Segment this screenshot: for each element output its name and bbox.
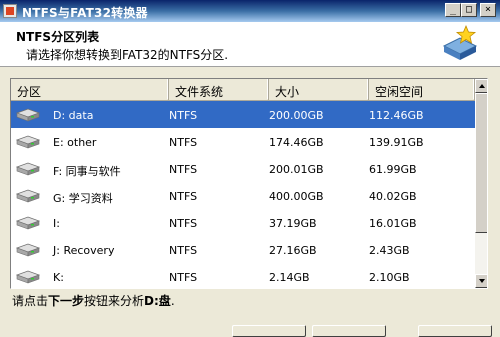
free-space-cell: 112.46GB — [369, 109, 424, 122]
filesystem-cell: NTFS — [169, 217, 198, 230]
arrow-up-icon — [479, 84, 485, 88]
free-space-cell: 16.01GB — [369, 217, 417, 230]
table-row[interactable]: J: Recovery NTFS 27.16GB 2.43GB — [11, 236, 475, 263]
free-space-cell: 2.43GB — [369, 244, 410, 257]
instruction-prefix: 请点击 — [12, 294, 49, 308]
scroll-up-button[interactable] — [475, 79, 487, 93]
partition-list[interactable]: 分区 文件系统 大小 空闲空间 D: data NTFS 200.00GB 112.4… — [10, 78, 488, 289]
app-icon — [3, 4, 17, 18]
partition-name: K: — [53, 271, 64, 284]
partition-name: J: Recovery — [53, 244, 115, 257]
partition-name: I: — [53, 217, 60, 230]
column-header-free-space[interactable]: 空闲空间 — [369, 79, 475, 101]
partition-name: E: other — [53, 136, 97, 149]
free-space-cell: 40.02GB — [369, 190, 417, 203]
hard-drive-icon — [15, 134, 41, 150]
instruction-middle: 按钮来分析 — [84, 294, 145, 308]
free-space-cell: 139.91GB — [369, 136, 424, 149]
hard-drive-icon — [15, 188, 41, 204]
maximize-button[interactable]: □ — [461, 3, 477, 17]
size-cell: 200.01GB — [269, 163, 324, 176]
minimize-button[interactable]: _ — [445, 3, 461, 17]
filesystem-cell: NTFS — [169, 190, 198, 203]
list-header: 分区 文件系统 大小 空闲空间 — [11, 79, 475, 101]
column-header-size[interactable]: 大小 — [269, 79, 369, 101]
table-row[interactable]: I: NTFS 37.19GB 16.01GB — [11, 209, 475, 236]
wizard-star-icon — [442, 24, 478, 60]
size-cell: 174.46GB — [269, 136, 324, 149]
column-header-partition[interactable]: 分区 — [11, 79, 169, 101]
back-button[interactable] — [232, 325, 306, 337]
partition-name: G: 学习资料 — [53, 192, 113, 205]
close-button[interactable]: × — [480, 3, 496, 17]
free-space-cell: 61.99GB — [369, 163, 417, 176]
size-cell: 37.19GB — [269, 217, 317, 230]
size-cell: 200.00GB — [269, 109, 324, 122]
table-row[interactable]: G: 学习资料 NTFS 400.00GB 40.02GB — [11, 182, 475, 209]
instruction-next-label: 下一步 — [48, 294, 85, 308]
table-row[interactable]: K: NTFS 2.14GB 2.10GB — [11, 263, 475, 288]
title-bar[interactable]: NTFS与FAT32转换器 _ □ × — [0, 0, 500, 22]
filesystem-cell: NTFS — [169, 136, 198, 149]
cancel-button[interactable] — [418, 325, 492, 337]
instruction-text: 请点击下一步按钮来分析D:盘. — [12, 292, 175, 309]
page-title: NTFS分区列表 — [16, 30, 100, 44]
hard-drive-icon — [15, 242, 41, 258]
instruction-drive: D:盘 — [144, 294, 171, 308]
header-panel: NTFS分区列表 请选择你想转换到FAT32的NTFS分区. — [0, 22, 500, 67]
column-header-filesystem[interactable]: 文件系统 — [169, 79, 269, 101]
size-cell: 2.14GB — [269, 271, 310, 284]
hard-drive-icon — [15, 215, 41, 231]
size-cell: 400.00GB — [269, 190, 324, 203]
table-row[interactable]: E: other NTFS 174.46GB 139.91GB — [11, 128, 475, 155]
filesystem-cell: NTFS — [169, 244, 198, 257]
partition-name: D: data — [53, 109, 94, 122]
filesystem-cell: NTFS — [169, 109, 198, 122]
scroll-down-button[interactable] — [475, 274, 487, 288]
filesystem-cell: NTFS — [169, 271, 198, 284]
window-title: NTFS与FAT32转换器 — [22, 6, 148, 20]
next-button[interactable] — [312, 325, 386, 337]
vertical-scrollbar[interactable] — [475, 79, 487, 288]
free-space-cell: 2.10GB — [369, 271, 410, 284]
filesystem-cell: NTFS — [169, 163, 198, 176]
size-cell: 27.16GB — [269, 244, 317, 257]
hard-drive-icon — [15, 107, 41, 123]
instruction-end: . — [170, 294, 175, 308]
scroll-thumb[interactable] — [475, 93, 487, 233]
hard-drive-icon — [15, 269, 41, 285]
partition-name: F: 同事与软件 — [53, 165, 121, 178]
table-row[interactable]: D: data NTFS 200.00GB 112.46GB — [11, 101, 475, 128]
hard-drive-icon — [15, 161, 41, 177]
arrow-down-icon — [479, 279, 485, 283]
page-subtitle: 请选择你想转换到FAT32的NTFS分区. — [26, 48, 229, 62]
table-row[interactable]: F: 同事与软件 NTFS 200.01GB 61.99GB — [11, 155, 475, 182]
